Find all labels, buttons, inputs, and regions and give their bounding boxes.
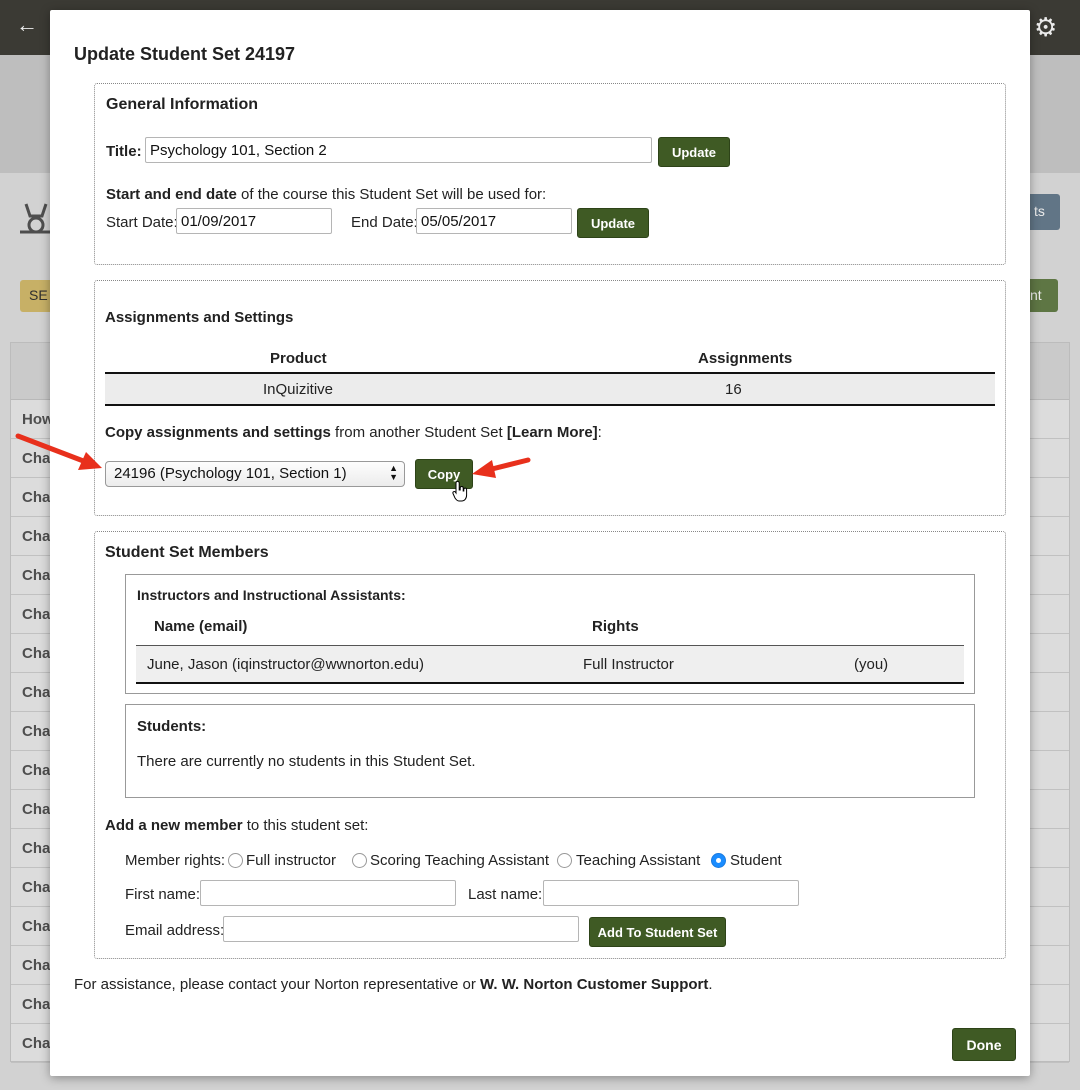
section-heading: Assignments and Settings <box>105 309 294 326</box>
start-date-label: Start Date: <box>106 214 178 231</box>
radio-teaching-assistant[interactable] <box>557 853 572 868</box>
instructor-you: (you) <box>854 656 889 673</box>
email-label: Email address: <box>125 922 225 939</box>
add-member-rest: to this student set: <box>242 817 369 834</box>
assistance-text: For assistance, please contact your Nort… <box>74 976 713 993</box>
radio-student[interactable] <box>711 853 726 868</box>
done-button[interactable]: Done <box>952 1028 1016 1061</box>
assistance-end: . <box>708 976 713 993</box>
students-empty-message: There are currently no students in this … <box>137 753 476 770</box>
column-header-assignments: Assignments <box>698 350 793 367</box>
table-divider <box>105 404 995 406</box>
annotation-arrow-icon <box>15 433 102 470</box>
first-name-input[interactable] <box>200 880 456 906</box>
instructor-name: June, Jason (iqinstructor@wwnorton.edu) <box>147 656 425 673</box>
copy-instructions: Copy assignments and settings from anoth… <box>105 424 602 441</box>
select-value: 24196 (Psychology 101, Section 1) <box>114 465 347 482</box>
dates-update-button[interactable]: Update <box>577 208 649 238</box>
section-heading: Student Set Members <box>105 544 269 561</box>
students-heading: Students: <box>137 718 207 735</box>
add-member-bold: Add a new member <box>105 817 243 834</box>
student-set-select[interactable]: 24196 (Psychology 101, Section 1) ▲ ▼ <box>105 461 405 487</box>
radio-label[interactable]: Scoring Teaching Assistant <box>370 852 549 869</box>
annotation-arrow-icon <box>472 457 531 478</box>
instructor-rights: Full Instructor <box>583 656 674 673</box>
title-label: Title: <box>106 143 142 160</box>
dates-intro: Start and end date of the course this St… <box>106 186 546 203</box>
radio-label[interactable]: Student <box>730 852 782 869</box>
copy-bold: Copy assignments and settings <box>105 424 331 441</box>
column-header-name: Name (email) <box>154 618 248 635</box>
member-rights-label: Member rights: <box>125 852 226 869</box>
add-member-intro: Add a new member to this student set: <box>105 817 368 834</box>
start-date-input[interactable] <box>176 208 332 234</box>
select-arrows-icon: ▲ ▼ <box>389 463 398 482</box>
assignments-settings-section: Assignments and Settings Product Assignm… <box>94 280 1006 516</box>
last-name-input[interactable] <box>543 880 799 906</box>
update-student-set-modal: Update Student Set 24197 General Informa… <box>50 10 1030 1076</box>
radio-label[interactable]: Full instructor <box>246 852 336 869</box>
email-input[interactable] <box>223 916 579 942</box>
product-cell: InQuizitive <box>263 381 334 398</box>
table-row: InQuizitive 16 <box>105 374 995 404</box>
assistance-prefix: For assistance, please contact your Nort… <box>74 976 481 993</box>
radio-full-instructor[interactable] <box>228 853 243 868</box>
hand-cursor-icon <box>452 481 468 502</box>
copy-rest: from another Student Set <box>330 424 507 441</box>
section-heading: General Information <box>106 96 259 113</box>
end-date-label: End Date: <box>351 214 418 231</box>
instructors-box: Instructors and Instructional Assistants… <box>125 574 975 694</box>
last-name-label: Last name: <box>468 886 543 903</box>
table-row: June, Jason (iqinstructor@wwnorton.edu) … <box>136 646 964 682</box>
general-information-section: General Information Title: Update Start … <box>94 83 1006 265</box>
modal-title: Update Student Set 24197 <box>74 44 296 64</box>
radio-label[interactable]: Teaching Assistant <box>576 852 700 869</box>
end-date-input[interactable] <box>416 208 572 234</box>
title-update-button[interactable]: Update <box>658 137 730 167</box>
assignments-count-cell: 16 <box>725 381 742 398</box>
dates-intro-rest: of the course this Student Set will be u… <box>236 186 547 203</box>
customer-support-link[interactable]: W. W. Norton Customer Support <box>480 976 708 993</box>
student-set-members-section: Student Set Members Instructors and Inst… <box>94 531 1006 959</box>
learn-more-link[interactable]: [Learn More] <box>507 424 598 441</box>
add-to-student-set-button[interactable]: Add To Student Set <box>589 917 726 947</box>
column-header-rights: Rights <box>592 618 639 635</box>
title-input[interactable] <box>145 137 652 163</box>
radio-scoring-ta[interactable] <box>352 853 367 868</box>
first-name-label: First name: <box>125 886 201 903</box>
dates-intro-bold: Start and end date <box>106 186 237 203</box>
column-header-product: Product <box>270 350 327 367</box>
table-divider <box>136 682 964 684</box>
students-box: Students: There are currently no student… <box>125 704 975 798</box>
instructors-heading: Instructors and Instructional Assistants… <box>137 587 406 603</box>
copy-colon: : <box>597 424 602 441</box>
